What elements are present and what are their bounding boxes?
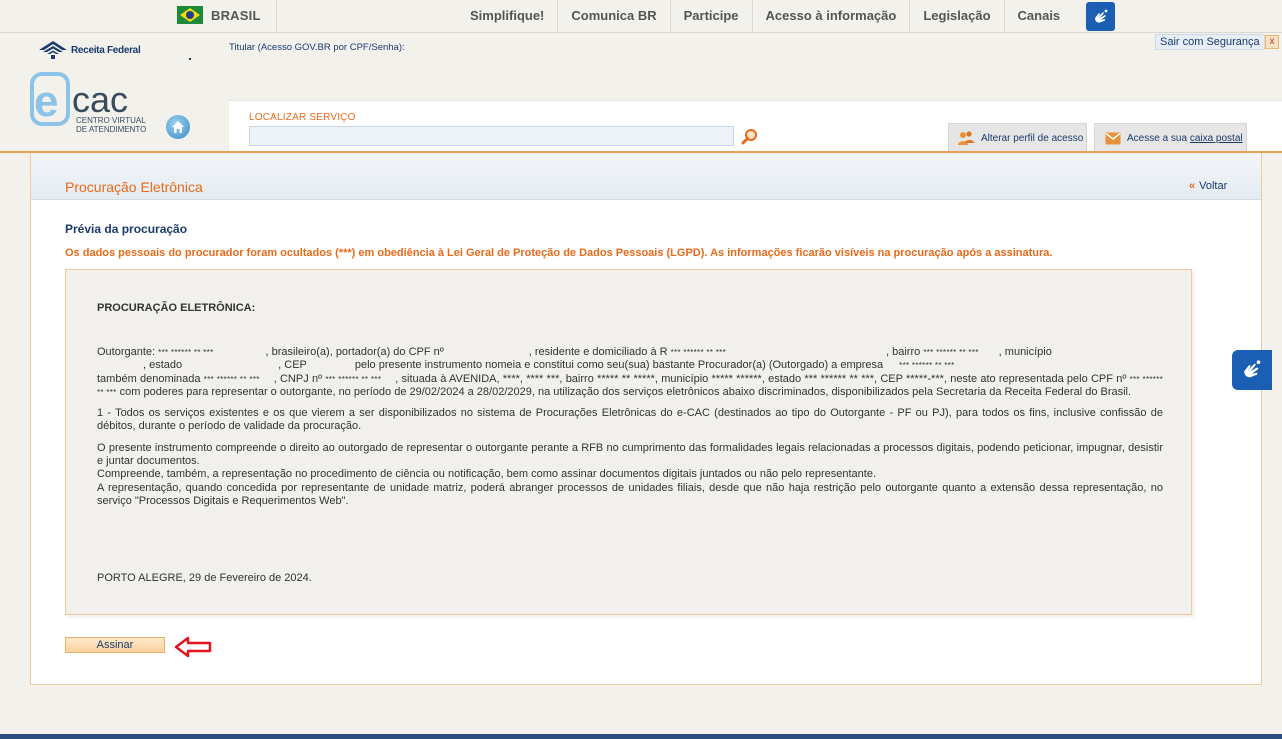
text-cep: , CEP bbox=[278, 359, 307, 372]
caixa-postal-link[interactable]: caixa postal bbox=[1190, 133, 1243, 144]
nav-canais[interactable]: Canais bbox=[1003, 0, 1074, 33]
home-icon[interactable] bbox=[166, 115, 190, 139]
search-input[interactable] bbox=[249, 126, 734, 146]
text-cpf: , brasileiro(a), portador(a) do CPF nº bbox=[265, 346, 444, 358]
ecac-subtitle-line2: de Atendimento bbox=[76, 125, 147, 134]
text-outorgante: Outorgante: bbox=[97, 346, 159, 358]
nav-participe[interactable]: Participe bbox=[669, 0, 752, 33]
svg-text:cac: cac bbox=[72, 79, 128, 120]
hand-sign-icon bbox=[1244, 360, 1261, 378]
search-panel: LOCALIZAR SERVIÇO Alterar perfil de aces… bbox=[229, 100, 1282, 152]
procuracao-document: PROCURAÇÃO ELETRÔNICA: Outorgante: *** *… bbox=[65, 269, 1192, 615]
lgpd-notice: Os dados pessoais do procurador foram oc… bbox=[65, 247, 1053, 259]
receita-federal-label: Receita Federal bbox=[71, 44, 141, 56]
main-panel: Procuração Eletrônica « Voltar Prévia da… bbox=[30, 153, 1262, 685]
alterar-perfil-button[interactable]: Alterar perfil de acesso bbox=[948, 123, 1087, 152]
brasil-link[interactable]: BRASIL bbox=[169, 6, 261, 24]
previa-title: Prévia da procuração bbox=[65, 222, 188, 236]
titular-info: Titular (Acesso GOV.BR por CPF/Senha): bbox=[229, 42, 405, 53]
ecac-subtitle: Centro Virtual de Atendimento bbox=[76, 116, 146, 134]
document-date: PORTO ALEGRE, 29 de Fevereiro de 2024. bbox=[97, 572, 312, 584]
text-municipio: , município bbox=[998, 346, 1052, 358]
receita-federal-logo[interactable]: Receita Federal bbox=[38, 40, 141, 60]
panel-header: Procuração Eletrônica « Voltar bbox=[31, 153, 1261, 200]
masked-denominacao: *** ****** ** *** bbox=[203, 374, 260, 384]
nav-legislacao[interactable]: Legislação bbox=[909, 0, 1003, 33]
document-paragraph-instrumento: O presente instrumento compreende o dire… bbox=[97, 442, 1163, 508]
double-chevron-left-icon: « bbox=[1189, 180, 1196, 192]
text-instrumento: O presente instrumento compreende o dire… bbox=[97, 441, 1163, 468]
page-title: Procuração Eletrônica bbox=[65, 179, 203, 195]
voltar-link[interactable]: « Voltar bbox=[1189, 180, 1227, 192]
hand-sign-icon bbox=[1094, 9, 1107, 23]
caixa-postal-prefix: Acesse a sua bbox=[1127, 132, 1190, 144]
document-title: PROCURAÇÃO ELETRÔNICA: bbox=[97, 302, 256, 314]
svg-text:e: e bbox=[34, 77, 58, 126]
close-icon[interactable]: x bbox=[1265, 35, 1279, 49]
document-body: Outorgante: *** ****** ** *** , brasileir… bbox=[97, 346, 1163, 516]
arrow-left-icon bbox=[174, 636, 212, 658]
text-bairro: , bairro bbox=[886, 346, 921, 358]
masked-address: *** ****** ** *** bbox=[670, 348, 726, 357]
text-cnpj: , CNPJ nº bbox=[273, 372, 323, 385]
nav-comunica-br[interactable]: Comunica BR bbox=[557, 0, 669, 33]
document-paragraph-servicos: 1 - Todos os serviços existentes e os qu… bbox=[97, 407, 1163, 433]
brazil-flag-icon bbox=[177, 6, 203, 24]
ecac-subtitle-line1: Centro Virtual bbox=[76, 116, 146, 125]
masked-cnpj: *** ****** ** *** bbox=[325, 374, 382, 384]
divider bbox=[276, 0, 277, 33]
search-label: LOCALIZAR SERVIÇO bbox=[249, 112, 356, 123]
masked-name: *** ****** ** *** bbox=[158, 348, 214, 357]
text-nomeia: pelo presente instrumento nomeia e const… bbox=[354, 359, 884, 372]
assinar-button[interactable]: Assinar bbox=[65, 637, 165, 653]
footer-bar bbox=[0, 734, 1282, 739]
masked-bairro: *** ****** ** *** bbox=[923, 348, 979, 357]
search-icon[interactable] bbox=[741, 128, 759, 146]
voltar-label: Voltar bbox=[1199, 180, 1228, 192]
text-representacao: A representação, quando concedida por re… bbox=[97, 481, 1163, 507]
separator-dot bbox=[189, 58, 191, 60]
masked-empresa: *** ****** ** *** bbox=[899, 361, 955, 371]
receita-federal-emblem-icon bbox=[39, 41, 67, 59]
vlibras-side-button[interactable] bbox=[1232, 350, 1272, 390]
brasil-label: BRASIL bbox=[211, 7, 261, 23]
text-denominada: também denominada bbox=[97, 372, 201, 385]
text-residente: , residente e domiciliado à R bbox=[528, 346, 668, 358]
text-estado: , estado bbox=[143, 359, 183, 372]
vlibras-top-button[interactable] bbox=[1086, 2, 1115, 31]
alterar-perfil-label: Alterar perfil de acesso bbox=[981, 132, 1084, 144]
nav-simplifique[interactable]: Simplifique! bbox=[457, 0, 557, 33]
sair-com-seguranca-button[interactable]: Sair com Segurança bbox=[1155, 34, 1265, 50]
mail-icon bbox=[1105, 132, 1121, 144]
text-situada: , situada à AVENIDA, ****, **** ***, bai… bbox=[395, 372, 1127, 385]
govbr-bar: BRASIL Simplifique! Comunica BR Particip… bbox=[0, 0, 1282, 33]
users-icon bbox=[958, 131, 974, 145]
document-paragraph-outorgante: Outorgante: *** ****** ** *** , brasileir… bbox=[97, 346, 1163, 399]
govbr-nav: Simplifique! Comunica BR Participe Acess… bbox=[457, 0, 1073, 33]
text-compreende: Compreende, também, a representação no p… bbox=[97, 468, 877, 481]
text-poderes: com poderes para representar o outorgant… bbox=[119, 385, 1132, 398]
caixa-postal-button[interactable]: Acesse a sua caixa postal bbox=[1094, 123, 1247, 152]
nav-acesso-informacao[interactable]: Acesso à informação bbox=[751, 0, 910, 33]
house-glyph bbox=[172, 121, 184, 133]
